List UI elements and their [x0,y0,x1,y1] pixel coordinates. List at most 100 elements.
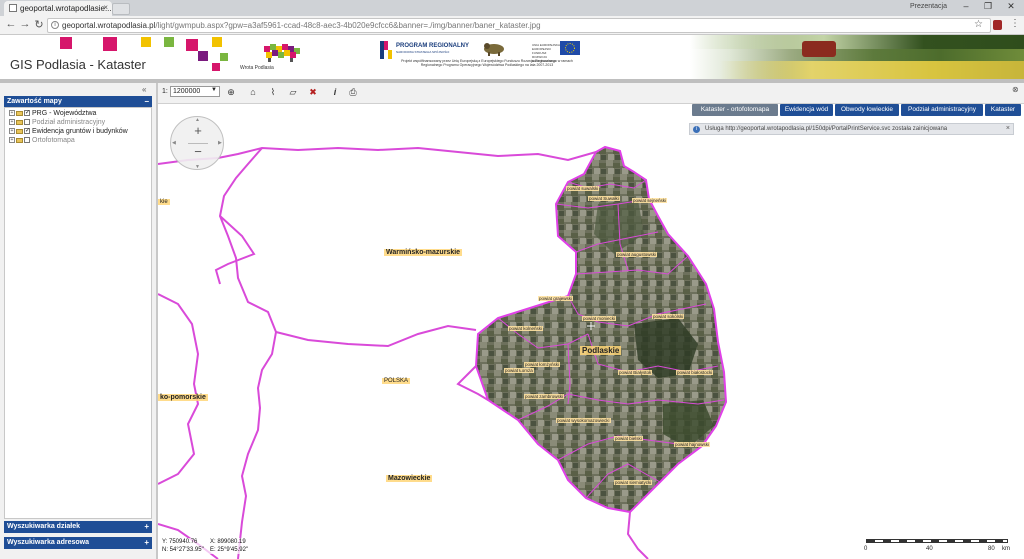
map-contents-header[interactable]: Zawartość mapy − [4,96,152,107]
layer-checkbox[interactable]: ✓ [24,110,30,117]
new-tab-button[interactable] [112,3,130,15]
program-description: Projekt współfinansowany przez Unię Euro… [401,59,573,67]
locate-icon[interactable]: ⌂ [248,87,258,97]
browser-user-label[interactable]: Prezentacja [910,3,947,10]
scale-bar-graphic [866,539,1008,543]
collapse-left-panel-icon[interactable]: « [142,85,146,94]
folder-icon [16,128,23,134]
program-regionalny-logo-icon [380,41,392,59]
collapse-right-panel-icon[interactable]: ⊗ [1012,85,1019,94]
folder-icon [16,110,23,116]
tab-close-icon[interactable]: × [103,3,108,12]
scale-select[interactable]: 1200000 ▼ [170,86,220,97]
layer-button-kataster[interactable]: Kataster [985,104,1021,116]
info-circle-icon: i [693,126,700,133]
layer-button-kataster-ortofotomapa[interactable]: Kataster - ortofotomapa [692,104,778,116]
pan-left-icon[interactable]: ◀ [172,140,176,146]
layer-button-ewidencja-wod[interactable]: Ewidencja wód [780,104,833,116]
county-label: powiat moniecki [582,316,617,321]
map-contents-title: Zawartość mapy [7,98,62,105]
country-label-polska: POLSKA [382,378,411,384]
layer-checkbox[interactable] [24,137,30,144]
program-subtitle: NARODOWA STRATEGIA SPÓJNOŚCI [396,50,450,54]
county-label: powiat zambrowski [524,394,565,399]
county-label: powiat kolneński [508,326,544,331]
measure-area-icon[interactable]: ▱ [288,87,298,97]
expand-icon[interactable]: + [9,119,15,126]
county-label: powiat augustowski [616,252,658,257]
zoom-in-button[interactable]: + [188,123,208,139]
forward-icon[interactable]: → [18,18,32,30]
service-notice: i Usługa http://geoportal.wrotapodlasia.… [689,123,1014,135]
layer-checkbox[interactable]: ✓ [24,128,30,135]
banner-tractor [802,41,836,57]
parcel-search-header[interactable]: Wyszukiwarka działek + [4,521,152,533]
zoom-out-button[interactable]: − [188,143,208,159]
address-search-header[interactable]: Wyszukiwarka adresowa + [4,537,152,549]
expand-icon[interactable]: + [9,128,15,135]
browser-menu-icon[interactable]: ⋮ [1010,18,1020,29]
url-host: geoportal.wrotapodlasia.pl [62,21,156,30]
url-path: /light/gwmpub.aspx?gpw=a3af5961-ccad-48c… [155,21,541,30]
pan-zoom-control[interactable]: + − ▲ ▼ ◀ ▶ [170,116,224,170]
minimize-icon[interactable]: – [958,1,974,11]
layer-item-podzial-administracyjny[interactable]: + Podział administracyjny [9,119,105,128]
scale-tick: 40 [926,546,933,552]
logo-square [60,37,72,49]
window-close-icon[interactable]: ✕ [1003,1,1019,12]
clear-icon[interactable]: ✖ [308,87,318,97]
reload-icon[interactable]: ↻ [32,18,46,31]
scale-bar: 0 40 80 km [864,536,1014,556]
folder-icon [16,119,23,125]
layer-item-ewidencja[interactable]: + ✓ Ewidencja gruntów i budynków [9,128,128,137]
layer-button-obwody-lowieckie[interactable]: Obwody łowieckie [835,104,899,116]
logo-square [141,37,151,47]
banner-field-photo [690,35,1024,79]
chevron-down-icon: ▼ [211,87,217,93]
browser-toolbar: ← → ↻ i geoportal.wrotapodlasia.pl/light… [0,16,1024,35]
expand-icon[interactable]: + [9,137,15,144]
pan-up-icon[interactable]: ▲ [195,117,200,123]
layer-label: Podział administracyjny [32,119,106,126]
map-contents-toggle-icon[interactable]: − [144,97,149,106]
county-label: powiat hajnowski [674,442,711,447]
region-label-podlaskie: Podlaskie [580,346,622,355]
county-label: powiat siemiatycki [614,480,653,485]
maximize-icon[interactable]: ❐ [980,1,996,12]
extension-icon[interactable] [993,20,1002,30]
bookmark-star-icon[interactable]: ☆ [974,19,983,30]
page-favicon-icon [9,4,17,12]
address-bar[interactable]: i geoportal.wrotapodlasia.pl/light/gwmpu… [47,18,991,33]
banner-trees [690,35,1024,49]
tab-title: geoportal.wrotapodlasie... [20,4,112,13]
pan-right-icon[interactable]: ▶ [218,140,222,146]
logo-square [220,53,228,61]
expand-icon[interactable]: + [9,110,15,117]
coordinates-readout: Y: 750940.76 X: 899080.19 N: 54°27'33.95"… [162,538,282,554]
county-label: powiat Łomża [504,368,534,373]
map-canvas[interactable] [158,104,1024,559]
pan-down-icon[interactable]: ▼ [195,164,200,170]
info-icon[interactable]: i [330,87,340,97]
scale-tick: 0 [864,546,868,552]
program-title: PROGRAM REGIONALNY [396,43,470,49]
layer-checkbox[interactable] [24,119,30,126]
parcel-search-toggle-icon[interactable]: + [144,522,149,531]
layer-item-ortofotomapa[interactable]: + Ortofotomapa [9,137,75,146]
layer-item-prg-wojewodztwa[interactable]: + ✓ PRG - Województwa [9,110,96,119]
browser-tab[interactable]: geoportal.wrotapodlasie... × [4,1,112,16]
measure-line-icon[interactable]: ⌇ [268,87,278,97]
notice-close-icon[interactable]: × [1006,125,1010,132]
map-toolbar: 1: 1200000 ▼ ⊕ ⌂ ⌇ ▱ ✖ i ⎙ ⊗ [158,83,1024,104]
site-info-icon[interactable]: i [51,21,59,29]
map-view[interactable]: + − ▲ ▼ ◀ ▶ Kataster - ortofotomapa Ewid… [158,104,1024,559]
region-label-cut: kie [158,199,170,205]
layer-button-podzial-administracyjny[interactable]: Podział administracyjny [901,104,983,116]
zoom-in-icon[interactable]: ⊕ [226,87,236,97]
county-label: powiat białostocki [676,370,714,375]
print-icon[interactable]: ⎙ [348,87,358,97]
back-icon[interactable]: ← [4,18,18,30]
address-search-toggle-icon[interactable]: + [144,538,149,547]
folder-icon [16,137,23,143]
county-label: powiat Białystok [618,370,653,375]
